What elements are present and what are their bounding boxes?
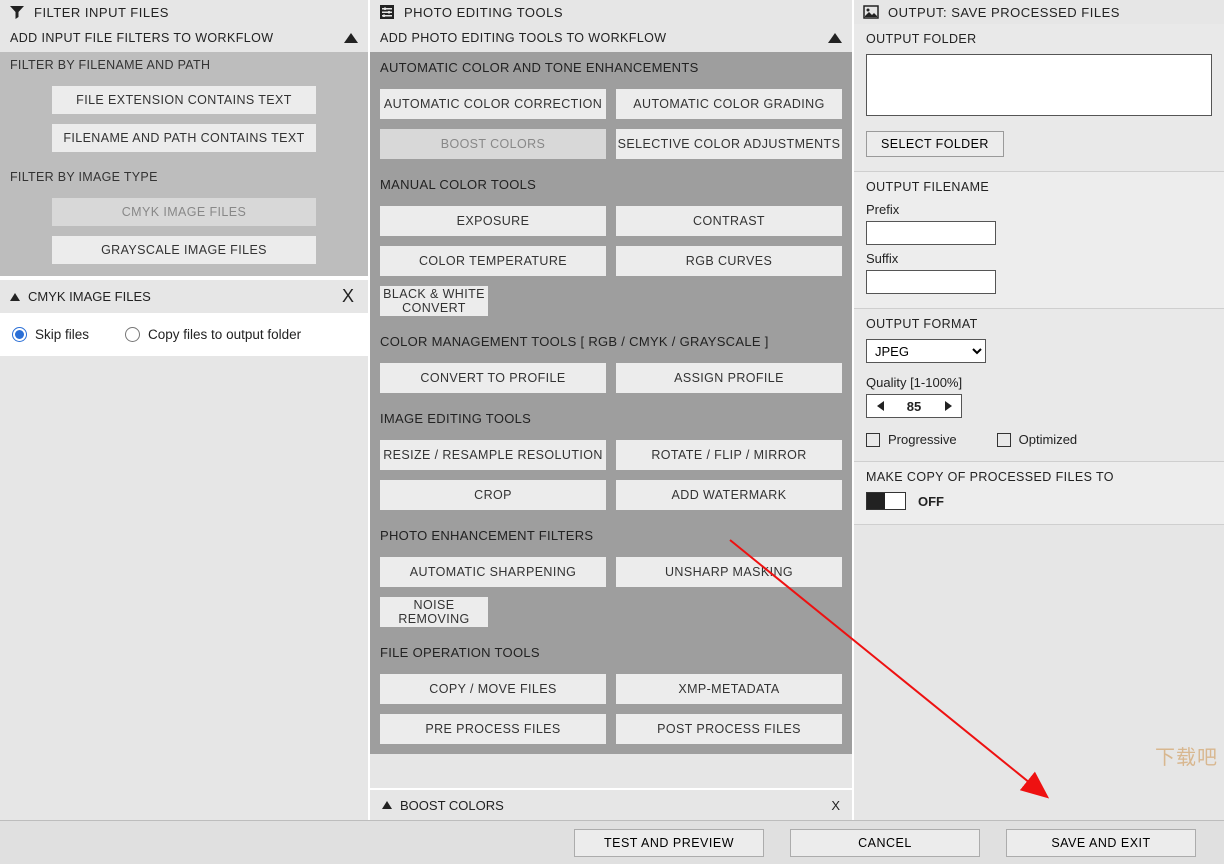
suffix-label: Suffix <box>866 251 1212 266</box>
pre-process-files-button[interactable]: PRE PROCESS FILES <box>380 714 606 744</box>
image-icon <box>862 3 880 21</box>
copy-move-files-button[interactable]: COPY / MOVE FILES <box>380 674 606 704</box>
make-copy-toggle[interactable] <box>866 492 906 510</box>
cmyk-expanded-header[interactable]: CMYK IMAGE FILES X <box>0 280 368 313</box>
chevron-right-icon <box>945 401 952 411</box>
group-color-mgmt: COLOR MANAGEMENT TOOLS [ RGB / CMYK / GR… <box>370 326 852 357</box>
close-icon[interactable]: X <box>338 286 358 307</box>
automatic-sharpening-button[interactable]: AUTOMATIC SHARPENING <box>380 557 606 587</box>
make-copy-state: OFF <box>918 494 944 509</box>
progressive-checkbox[interactable]: Progressive <box>866 432 957 447</box>
output-panel-title: OUTPUT: SAVE PROCESSED FILES <box>888 5 1120 20</box>
grayscale-image-files-button[interactable]: GRAYSCALE IMAGE FILES <box>52 236 316 264</box>
tools-panel-header: PHOTO EDITING TOOLS <box>370 0 852 24</box>
sliders-icon <box>378 3 396 21</box>
suffix-input[interactable] <box>866 270 996 294</box>
exposure-button[interactable]: EXPOSURE <box>380 206 606 236</box>
convert-to-profile-button[interactable]: CONVERT TO PROFILE <box>380 363 606 393</box>
filename-path-contains-button[interactable]: FILENAME AND PATH CONTAINS TEXT <box>52 124 316 152</box>
crop-button[interactable]: CROP <box>380 480 606 510</box>
group-auto-color: AUTOMATIC COLOR AND TONE ENHANCEMENTS <box>370 52 852 83</box>
footer-bar: TEST AND PREVIEW CANCEL SAVE AND EXIT <box>0 820 1224 864</box>
noise-removing-button[interactable]: NOISE REMOVING <box>380 597 488 627</box>
group-file-ops: FILE OPERATION TOOLS <box>370 637 852 668</box>
prefix-input[interactable] <box>866 221 996 245</box>
test-and-preview-button[interactable]: TEST AND PREVIEW <box>574 829 764 857</box>
output-folder-input[interactable] <box>866 54 1212 116</box>
save-and-exit-button[interactable]: SAVE AND EXIT <box>1006 829 1196 857</box>
boost-colors-expanded-header[interactable]: BOOST COLORS X <box>370 788 852 820</box>
collapse-icon <box>828 33 842 43</box>
xmp-metadata-button[interactable]: XMP-METADATA <box>616 674 842 704</box>
selective-color-adjustments-button[interactable]: SELECTIVE COLOR ADJUSTMENTS <box>616 129 842 159</box>
file-extension-contains-button[interactable]: FILE EXTENSION CONTAINS TEXT <box>52 86 316 114</box>
quality-increment[interactable] <box>935 395 961 417</box>
filter-panel-header: FILTER INPUT FILES <box>0 0 368 24</box>
tools-add-bar[interactable]: ADD PHOTO EDITING TOOLS TO WORKFLOW <box>370 24 852 52</box>
color-temperature-button[interactable]: COLOR TEMPERATURE <box>380 246 606 276</box>
group-enhance: PHOTO ENHANCEMENT FILTERS <box>370 520 852 551</box>
tools-panel-title: PHOTO EDITING TOOLS <box>404 5 563 20</box>
output-filename-label: OUTPUT FILENAME <box>866 180 1212 194</box>
copy-files-radio[interactable]: Copy files to output folder <box>125 327 301 342</box>
prefix-label: Prefix <box>866 202 1212 217</box>
cmyk-image-files-button[interactable]: CMYK IMAGE FILES <box>52 198 316 226</box>
resize-resample-button[interactable]: RESIZE / RESAMPLE RESOLUTION <box>380 440 606 470</box>
quality-label: Quality [1-100%] <box>866 375 1212 390</box>
make-copy-label: MAKE COPY OF PROCESSED FILES TO <box>866 470 1212 484</box>
output-folder-label: OUTPUT FOLDER <box>866 32 1212 46</box>
filter-by-type-header: FILTER BY IMAGE TYPE <box>0 164 368 190</box>
cancel-button[interactable]: CANCEL <box>790 829 980 857</box>
output-format-label: OUTPUT FORMAT <box>866 317 1212 331</box>
output-panel-header: OUTPUT: SAVE PROCESSED FILES <box>854 0 1224 24</box>
unsharp-masking-button[interactable]: UNSHARP MASKING <box>616 557 842 587</box>
output-format-select[interactable]: JPEG <box>866 339 986 363</box>
post-process-files-button[interactable]: POST PROCESS FILES <box>616 714 842 744</box>
black-white-convert-button[interactable]: BLACK & WHITE CONVERT <box>380 286 488 316</box>
automatic-color-correction-button[interactable]: AUTOMATIC COLOR CORRECTION <box>380 89 606 119</box>
filter-by-name-header: FILTER BY FILENAME AND PATH <box>0 52 368 78</box>
filter-panel-title: FILTER INPUT FILES <box>34 5 169 20</box>
add-watermark-button[interactable]: ADD WATERMARK <box>616 480 842 510</box>
group-manual-color: MANUAL COLOR TOOLS <box>370 169 852 200</box>
contrast-button[interactable]: CONTRAST <box>616 206 842 236</box>
rotate-flip-mirror-button[interactable]: ROTATE / FLIP / MIRROR <box>616 440 842 470</box>
funnel-icon <box>8 3 26 21</box>
group-image-edit: IMAGE EDITING TOOLS <box>370 403 852 434</box>
select-folder-button[interactable]: SELECT FOLDER <box>866 131 1004 157</box>
skip-files-radio[interactable]: Skip files <box>12 327 89 342</box>
quality-decrement[interactable] <box>867 395 893 417</box>
close-icon[interactable]: X <box>831 798 840 813</box>
assign-profile-button[interactable]: ASSIGN PROFILE <box>616 363 842 393</box>
rgb-curves-button[interactable]: RGB CURVES <box>616 246 842 276</box>
collapse-icon <box>10 293 20 301</box>
optimized-checkbox[interactable]: Optimized <box>997 432 1078 447</box>
boost-colors-button[interactable]: BOOST COLORS <box>380 129 606 159</box>
quality-value: 85 <box>893 399 935 414</box>
quality-stepper[interactable]: 85 <box>866 394 962 418</box>
cmyk-options-row: Skip files Copy files to output folder <box>0 313 368 356</box>
collapse-icon <box>344 33 358 43</box>
collapse-icon <box>382 801 392 809</box>
automatic-color-grading-button[interactable]: AUTOMATIC COLOR GRADING <box>616 89 842 119</box>
chevron-left-icon <box>877 401 884 411</box>
filter-add-bar[interactable]: ADD INPUT FILE FILTERS TO WORKFLOW <box>0 24 368 52</box>
